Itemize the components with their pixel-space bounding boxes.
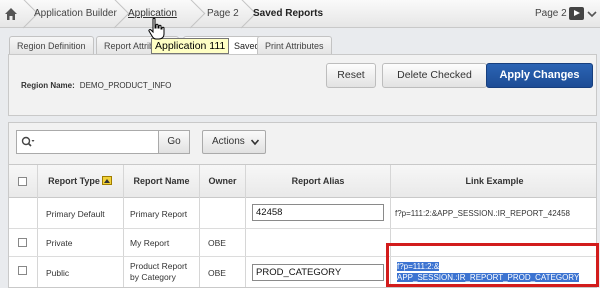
page-indicator[interactable]: Page 2	[535, 0, 567, 28]
report-alias-input[interactable]: PROD_CATEGORY	[252, 264, 384, 281]
home-separator	[0, 0, 26, 28]
header-label: Report Type	[48, 176, 100, 186]
table-row: Primary Default Primary Report 42458 f?p…	[9, 198, 596, 229]
region-name: Region Name: DEMO_PRODUCT_INFO	[21, 81, 171, 90]
region-panel: Region Name: DEMO_PRODUCT_INFO Reset Dele…	[8, 54, 597, 116]
delete-checked-button[interactable]: Delete Checked	[382, 63, 487, 88]
region-name-value: DEMO_PRODUCT_INFO	[79, 81, 172, 90]
highlight-callout-box	[386, 243, 599, 287]
chevron-down-icon	[251, 139, 259, 146]
row-checkbox[interactable]	[18, 266, 27, 275]
select-all-checkbox[interactable]	[18, 177, 27, 186]
report-name-cell: My Report	[130, 238, 170, 248]
row-checkbox[interactable]	[18, 238, 27, 247]
report-alias-input[interactable]: 42458	[252, 204, 384, 221]
region-name-label: Region Name:	[21, 81, 75, 90]
chevron-down-icon[interactable]	[587, 9, 597, 19]
report-toolbar: Go Actions	[8, 122, 597, 164]
header-report-name[interactable]: Report Name	[124, 165, 199, 198]
crumb-saved-reports: Saved Reports	[253, 0, 323, 28]
run-icon[interactable]	[569, 7, 584, 20]
report-name-line: Product Report	[130, 261, 188, 271]
actions-label: Actions	[212, 136, 245, 147]
sort-icon[interactable]	[101, 176, 112, 186]
pointer-cursor-icon	[148, 17, 165, 40]
breadcrumb: Application Builder Application 111 Page…	[0, 0, 600, 47]
apply-changes-button[interactable]: Apply Changes	[486, 63, 593, 88]
go-button[interactable]: Go	[158, 130, 190, 154]
crumb-label: Page 2	[207, 8, 239, 19]
crumb-application-builder[interactable]: Application Builder	[34, 0, 117, 28]
table-header: Report Type Report Name Owner Report Ali…	[9, 165, 596, 198]
search-input[interactable]	[39, 134, 157, 150]
header-owner[interactable]: Owner	[200, 165, 245, 198]
crumb-page-2[interactable]: Page 2	[207, 0, 244, 28]
header-link-example[interactable]: Link Example	[391, 165, 596, 198]
report-type-cell: Primary Default	[46, 209, 105, 219]
report-type-cell: Private	[46, 238, 73, 248]
tab-region-definition[interactable]: Region Definition	[9, 36, 94, 54]
link-example-cell: f?p=111:2:&APP_SESSION.:IR_REPORT_42458	[395, 209, 570, 218]
crumb-label: Saved Reports	[253, 8, 324, 19]
actions-button[interactable]: Actions	[202, 130, 266, 154]
reset-button[interactable]: Reset	[326, 63, 376, 88]
owner-cell: OBE	[208, 268, 226, 278]
report-name-cell: Product Report by Category	[130, 261, 187, 282]
report-type-cell: Public	[46, 268, 70, 278]
report-name-line: by Category	[130, 272, 176, 282]
crumb-label: Application Builder	[34, 8, 117, 19]
header-report-type[interactable]: Report Type	[37, 165, 123, 198]
report-name-cell: Primary Report	[130, 209, 188, 219]
tab-print-attributes[interactable]: Print Attributes	[257, 36, 332, 54]
header-report-alias[interactable]: Report Alias	[246, 165, 390, 198]
tab-bar: Region Definition Report Attributes Save…	[0, 30, 600, 54]
owner-cell: OBE	[208, 238, 226, 248]
search-box[interactable]	[16, 130, 164, 154]
search-icon[interactable]	[21, 136, 35, 148]
